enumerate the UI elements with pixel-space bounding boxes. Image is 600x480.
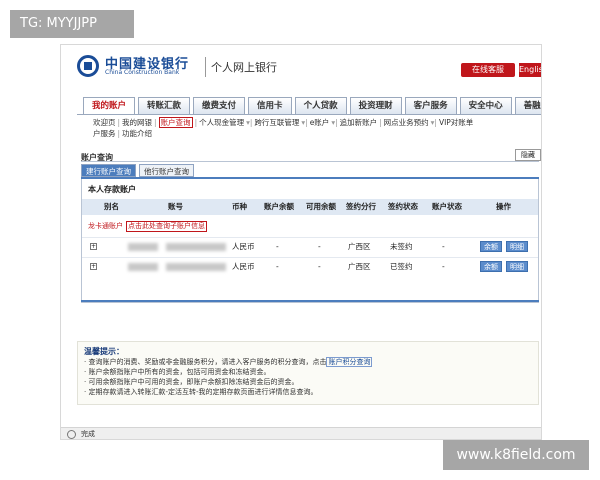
sign-status: 已签约 bbox=[390, 262, 413, 271]
query-subtabs: 建行账户查询 他行账户查询 bbox=[81, 164, 194, 177]
subnav-features[interactable]: 功能介绍 bbox=[122, 129, 152, 138]
tips-title: 温馨提示： bbox=[84, 347, 124, 356]
subnav-add-account[interactable]: 追加新账户 bbox=[340, 118, 378, 127]
tab-credit-card[interactable]: 信用卡 bbox=[248, 97, 292, 114]
details-button[interactable]: 明细 bbox=[506, 241, 528, 252]
subtab-ccb-accounts[interactable]: 建行账户查询 bbox=[81, 164, 136, 177]
main-tabs: 我的账户 转账汇款 缴费支付 信用卡 个人贷款 投资理财 客户服务 安全中心 善… bbox=[83, 97, 541, 114]
branch: 广西区 bbox=[348, 242, 371, 251]
status-text: 完成 bbox=[81, 430, 95, 438]
table-row: + 人民币 - - 广西区 已签约 - 余额 明细 bbox=[82, 257, 538, 275]
bank-name-en: China Construction Bank bbox=[105, 69, 180, 76]
online-service-button[interactable]: 在线客服 bbox=[461, 63, 515, 77]
col-available: 可用余额 bbox=[306, 202, 336, 211]
status-done-icon bbox=[67, 430, 76, 439]
subnav-my-ebank[interactable]: 我的网银 bbox=[122, 118, 152, 127]
section-divider bbox=[81, 161, 539, 162]
subnav-vip-statement[interactable]: VIP对账单 bbox=[439, 118, 473, 127]
subnav-cash-management[interactable]: 个人现金管理 bbox=[199, 118, 244, 127]
balance-button[interactable]: 余额 bbox=[480, 261, 502, 272]
masked-alias bbox=[128, 243, 158, 251]
site-header: 中国建设银行 China Construction Bank 个人网上银行 在线… bbox=[61, 45, 541, 93]
available-balance: - bbox=[318, 242, 321, 251]
tab-customer-service[interactable]: 客户服务 bbox=[404, 97, 457, 114]
tab-loan[interactable]: 个人贷款 bbox=[294, 97, 347, 114]
watermark-bottom: www.k8field.com bbox=[443, 440, 589, 470]
col-account-status: 账户状态 bbox=[432, 202, 462, 211]
subtab-other-bank-accounts[interactable]: 他行账户查询 bbox=[139, 164, 194, 177]
account-status: - bbox=[442, 242, 445, 251]
subnav-interbank[interactable]: 跨行互联管理 bbox=[254, 118, 299, 127]
tip-item: · 账户余额指账户中所有的资金，包括可用资金和冻结资金。 bbox=[84, 368, 271, 376]
balance: - bbox=[276, 242, 279, 251]
currency: 人民币 bbox=[232, 242, 255, 251]
tips-box: 温馨提示： · 查询账户的消费、奖励或非金融服务积分，请进入客户服务的积分查询，… bbox=[77, 341, 539, 405]
col-alias: 别名 bbox=[104, 202, 119, 211]
table-row: + 人民币 - - 广西区 未签约 - 余额 明细 bbox=[82, 237, 538, 255]
subnav-welcome[interactable]: 欢迎页 bbox=[93, 118, 116, 127]
panel-title: 本人存款账户 bbox=[88, 185, 136, 194]
balance-button[interactable]: 余额 bbox=[480, 241, 502, 252]
branch: 广西区 bbox=[348, 262, 371, 271]
language-button[interactable]: English bbox=[519, 63, 541, 77]
dragon-card-notice: 龙卡通账户 点击此处查询子账户信息 bbox=[82, 219, 538, 233]
tab-shanrong[interactable]: 善融 bbox=[514, 97, 541, 114]
currency: 人民币 bbox=[232, 262, 255, 271]
masked-alias bbox=[128, 263, 158, 271]
browser-status-bar: 完成 bbox=[61, 427, 541, 439]
tab-investment[interactable]: 投资理财 bbox=[349, 97, 402, 114]
hide-button[interactable]: 隐藏 bbox=[515, 149, 541, 161]
points-query-link[interactable]: 账户积分查询 bbox=[326, 357, 373, 367]
account-status: - bbox=[442, 262, 445, 271]
masked-account-number bbox=[166, 243, 226, 251]
tab-transfer[interactable]: 转账汇款 bbox=[138, 97, 191, 114]
subnav-account-query[interactable]: 账户查询 bbox=[158, 117, 193, 128]
col-branch: 签约分行 bbox=[346, 202, 376, 211]
col-sign-status: 签约状态 bbox=[388, 202, 418, 211]
balance: - bbox=[276, 262, 279, 271]
col-balance: 账户余额 bbox=[264, 202, 294, 211]
tip-item: · 查询账户的消费、奖励或非金融服务积分，请进入客户服务的积分查询，点击 账户积分… bbox=[84, 357, 373, 367]
accounts-panel: 本人存款账户 别名 账号 币种 账户余额 可用余额 签约分行 签约状态 账户状态… bbox=[81, 179, 539, 303]
subnav-branch-booking[interactable]: 网点业务预约 bbox=[384, 118, 429, 127]
sign-status: 未签约 bbox=[390, 242, 413, 251]
tab-my-account[interactable]: 我的账户 bbox=[83, 97, 136, 114]
tip-item: · 定期存款请进入转账汇款-定活互转-我的定期存款页面进行详情信息查询。 bbox=[84, 388, 318, 396]
sub-navigation: 欢迎页 | 我的网银 | 账户查询 | 个人现金管理 ▾| 跨行互联管理 ▾| e账户 ▾| 追加新账户… bbox=[93, 117, 474, 138]
tip-item: · 可用余额指账户中可用的资金，即账户余额扣除冻结资金后的资金。 bbox=[84, 378, 299, 386]
notice-label: 龙卡通账户 bbox=[88, 222, 123, 230]
expand-icon[interactable]: + bbox=[90, 263, 97, 270]
tabs-underline bbox=[77, 114, 541, 115]
browser-window: 中国建设银行 China Construction Bank 个人网上银行 在线… bbox=[60, 44, 542, 440]
site-subtitle: 个人网上银行 bbox=[211, 61, 277, 74]
watermark-top: TG: MYYJJPP bbox=[10, 10, 134, 38]
col-actions: 操作 bbox=[496, 202, 511, 211]
ccb-logo-icon bbox=[77, 55, 99, 77]
sub-account-link[interactable]: 点击此处查询子账户信息 bbox=[126, 221, 207, 232]
subnav-e-account[interactable]: e账户 bbox=[310, 118, 330, 127]
details-button[interactable]: 明细 bbox=[506, 261, 528, 272]
col-currency: 币种 bbox=[232, 202, 247, 211]
subnav-account-service[interactable]: 户服务 bbox=[93, 129, 116, 138]
tab-payment[interactable]: 缴费支付 bbox=[193, 97, 246, 114]
table-header: 别名 账号 币种 账户余额 可用余额 签约分行 签约状态 账户状态 操作 bbox=[82, 199, 538, 215]
expand-icon[interactable]: + bbox=[90, 243, 97, 250]
header-divider bbox=[205, 57, 206, 77]
available-balance: - bbox=[318, 262, 321, 271]
tab-security[interactable]: 安全中心 bbox=[459, 97, 512, 114]
masked-account-number bbox=[166, 263, 226, 271]
panel-bottom-border bbox=[81, 300, 539, 302]
col-account-no: 账号 bbox=[168, 202, 183, 211]
